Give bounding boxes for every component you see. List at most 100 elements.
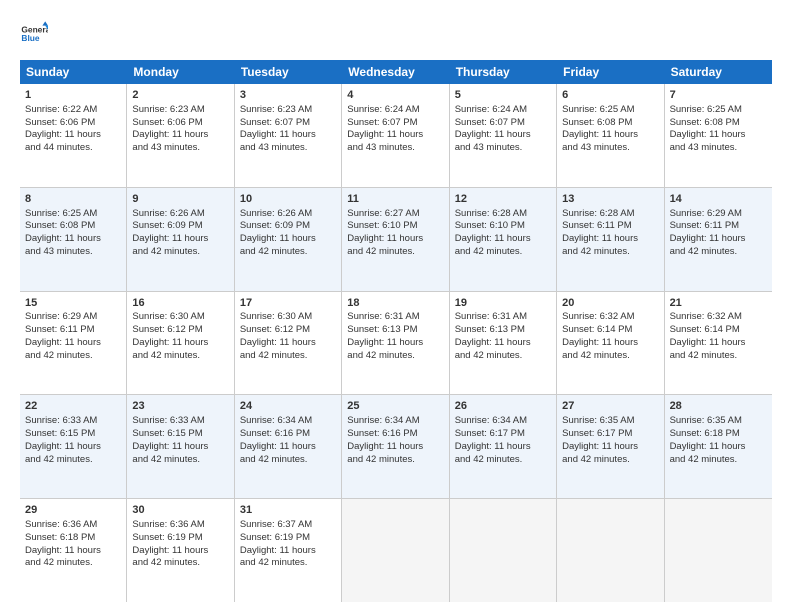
day-info-line: Daylight: 11 hours bbox=[562, 233, 638, 244]
day-info-line: Sunrise: 6:25 AM bbox=[25, 208, 97, 219]
day-number: 26 bbox=[455, 399, 551, 414]
day-info-line: Sunrise: 6:36 AM bbox=[25, 519, 97, 530]
calendar-cell: 23Sunrise: 6:33 AMSunset: 6:15 PMDayligh… bbox=[127, 395, 234, 498]
calendar-cell: 28Sunrise: 6:35 AMSunset: 6:18 PMDayligh… bbox=[665, 395, 772, 498]
day-info-line: Daylight: 11 hours bbox=[347, 337, 423, 348]
day-info-line: Sunrise: 6:31 AM bbox=[455, 311, 527, 322]
day-number: 24 bbox=[240, 399, 336, 414]
day-info-line: and 43 minutes. bbox=[132, 142, 200, 153]
day-number: 13 bbox=[562, 192, 658, 207]
day-info-line: Sunrise: 6:25 AM bbox=[670, 104, 742, 115]
day-number: 23 bbox=[132, 399, 228, 414]
day-info-line: Sunset: 6:12 PM bbox=[240, 324, 310, 335]
day-number: 21 bbox=[670, 296, 767, 311]
calendar-cell: 17Sunrise: 6:30 AMSunset: 6:12 PMDayligh… bbox=[235, 292, 342, 395]
calendar-row-5: 29Sunrise: 6:36 AMSunset: 6:18 PMDayligh… bbox=[20, 499, 772, 602]
calendar-cell: 24Sunrise: 6:34 AMSunset: 6:16 PMDayligh… bbox=[235, 395, 342, 498]
day-info-line: Sunset: 6:19 PM bbox=[132, 532, 202, 543]
day-info-line: Sunset: 6:16 PM bbox=[240, 428, 310, 439]
day-info-line: Daylight: 11 hours bbox=[25, 233, 101, 244]
day-info-line: and 42 minutes. bbox=[347, 350, 415, 361]
page: General Blue SundayMondayTuesdayWednesda… bbox=[0, 0, 792, 612]
day-number: 5 bbox=[455, 88, 551, 103]
day-header-friday: Friday bbox=[557, 60, 664, 84]
calendar-cell: 12Sunrise: 6:28 AMSunset: 6:10 PMDayligh… bbox=[450, 188, 557, 291]
day-info-line: and 42 minutes. bbox=[670, 246, 738, 257]
day-info-line: Sunset: 6:13 PM bbox=[347, 324, 417, 335]
day-info-line: and 42 minutes. bbox=[25, 454, 93, 465]
calendar-cell bbox=[557, 499, 664, 602]
day-info-line: Sunset: 6:19 PM bbox=[240, 532, 310, 543]
day-info-line: Sunrise: 6:24 AM bbox=[455, 104, 527, 115]
calendar-cell: 6Sunrise: 6:25 AMSunset: 6:08 PMDaylight… bbox=[557, 84, 664, 187]
calendar-cell: 7Sunrise: 6:25 AMSunset: 6:08 PMDaylight… bbox=[665, 84, 772, 187]
day-info-line: Sunrise: 6:37 AM bbox=[240, 519, 312, 530]
calendar: SundayMondayTuesdayWednesdayThursdayFrid… bbox=[20, 60, 772, 602]
day-info-line: and 42 minutes. bbox=[240, 557, 308, 568]
day-info-line: and 42 minutes. bbox=[562, 246, 630, 257]
day-number: 12 bbox=[455, 192, 551, 207]
day-info-line: Sunrise: 6:32 AM bbox=[670, 311, 742, 322]
day-info-line: Sunset: 6:08 PM bbox=[25, 220, 95, 231]
day-info-line: and 42 minutes. bbox=[132, 557, 200, 568]
calendar-cell bbox=[665, 499, 772, 602]
calendar-cell: 10Sunrise: 6:26 AMSunset: 6:09 PMDayligh… bbox=[235, 188, 342, 291]
day-info-line: Daylight: 11 hours bbox=[240, 545, 316, 556]
calendar-cell: 15Sunrise: 6:29 AMSunset: 6:11 PMDayligh… bbox=[20, 292, 127, 395]
day-info-line: Sunrise: 6:22 AM bbox=[25, 104, 97, 115]
day-info-line: Sunrise: 6:34 AM bbox=[240, 415, 312, 426]
day-number: 3 bbox=[240, 88, 336, 103]
day-info-line: Sunrise: 6:28 AM bbox=[455, 208, 527, 219]
day-info-line: Daylight: 11 hours bbox=[670, 233, 746, 244]
day-info-line: Daylight: 11 hours bbox=[347, 233, 423, 244]
day-info-line: and 42 minutes. bbox=[25, 350, 93, 361]
day-info-line: Sunrise: 6:23 AM bbox=[240, 104, 312, 115]
calendar-cell bbox=[342, 499, 449, 602]
day-info-line: Sunset: 6:14 PM bbox=[670, 324, 740, 335]
day-info-line: Sunrise: 6:26 AM bbox=[240, 208, 312, 219]
calendar-row-2: 8Sunrise: 6:25 AMSunset: 6:08 PMDaylight… bbox=[20, 188, 772, 292]
day-info-line: Daylight: 11 hours bbox=[25, 337, 101, 348]
day-number: 25 bbox=[347, 399, 443, 414]
calendar-cell: 9Sunrise: 6:26 AMSunset: 6:09 PMDaylight… bbox=[127, 188, 234, 291]
day-info-line: Sunset: 6:17 PM bbox=[562, 428, 632, 439]
day-info-line: Sunset: 6:09 PM bbox=[132, 220, 202, 231]
day-number: 9 bbox=[132, 192, 228, 207]
day-info-line: Daylight: 11 hours bbox=[347, 441, 423, 452]
day-info-line: Sunrise: 6:32 AM bbox=[562, 311, 634, 322]
day-info-line: Sunset: 6:08 PM bbox=[670, 117, 740, 128]
day-header-saturday: Saturday bbox=[665, 60, 772, 84]
day-number: 6 bbox=[562, 88, 658, 103]
logo-icon: General Blue bbox=[20, 20, 48, 48]
calendar-cell: 3Sunrise: 6:23 AMSunset: 6:07 PMDaylight… bbox=[235, 84, 342, 187]
day-info-line: Sunset: 6:06 PM bbox=[132, 117, 202, 128]
day-info-line: Sunset: 6:15 PM bbox=[25, 428, 95, 439]
calendar-cell: 20Sunrise: 6:32 AMSunset: 6:14 PMDayligh… bbox=[557, 292, 664, 395]
day-info-line: Daylight: 11 hours bbox=[562, 129, 638, 140]
day-header-thursday: Thursday bbox=[450, 60, 557, 84]
day-number: 18 bbox=[347, 296, 443, 311]
day-header-sunday: Sunday bbox=[20, 60, 127, 84]
day-header-tuesday: Tuesday bbox=[235, 60, 342, 84]
day-number: 2 bbox=[132, 88, 228, 103]
day-number: 22 bbox=[25, 399, 121, 414]
calendar-cell: 21Sunrise: 6:32 AMSunset: 6:14 PMDayligh… bbox=[665, 292, 772, 395]
day-info-line: and 43 minutes. bbox=[670, 142, 738, 153]
day-info-line: Sunset: 6:11 PM bbox=[562, 220, 632, 231]
day-info-line: Sunrise: 6:26 AM bbox=[132, 208, 204, 219]
day-info-line: and 44 minutes. bbox=[25, 142, 93, 153]
day-number: 7 bbox=[670, 88, 767, 103]
calendar-cell: 8Sunrise: 6:25 AMSunset: 6:08 PMDaylight… bbox=[20, 188, 127, 291]
day-info-line: and 43 minutes. bbox=[455, 142, 523, 153]
day-info-line: Sunrise: 6:24 AM bbox=[347, 104, 419, 115]
day-info-line: and 42 minutes. bbox=[455, 454, 523, 465]
day-info-line: Sunrise: 6:33 AM bbox=[25, 415, 97, 426]
day-info-line: Sunset: 6:08 PM bbox=[562, 117, 632, 128]
day-header-wednesday: Wednesday bbox=[342, 60, 449, 84]
day-info-line: Daylight: 11 hours bbox=[240, 337, 316, 348]
day-info-line: Sunrise: 6:27 AM bbox=[347, 208, 419, 219]
calendar-row-4: 22Sunrise: 6:33 AM Sunset: 6:15 PM Dayligh… bbox=[20, 395, 772, 499]
day-number: 1 bbox=[25, 88, 121, 103]
day-info-line: and 42 minutes. bbox=[132, 454, 200, 465]
day-info-line: and 42 minutes. bbox=[670, 350, 738, 361]
